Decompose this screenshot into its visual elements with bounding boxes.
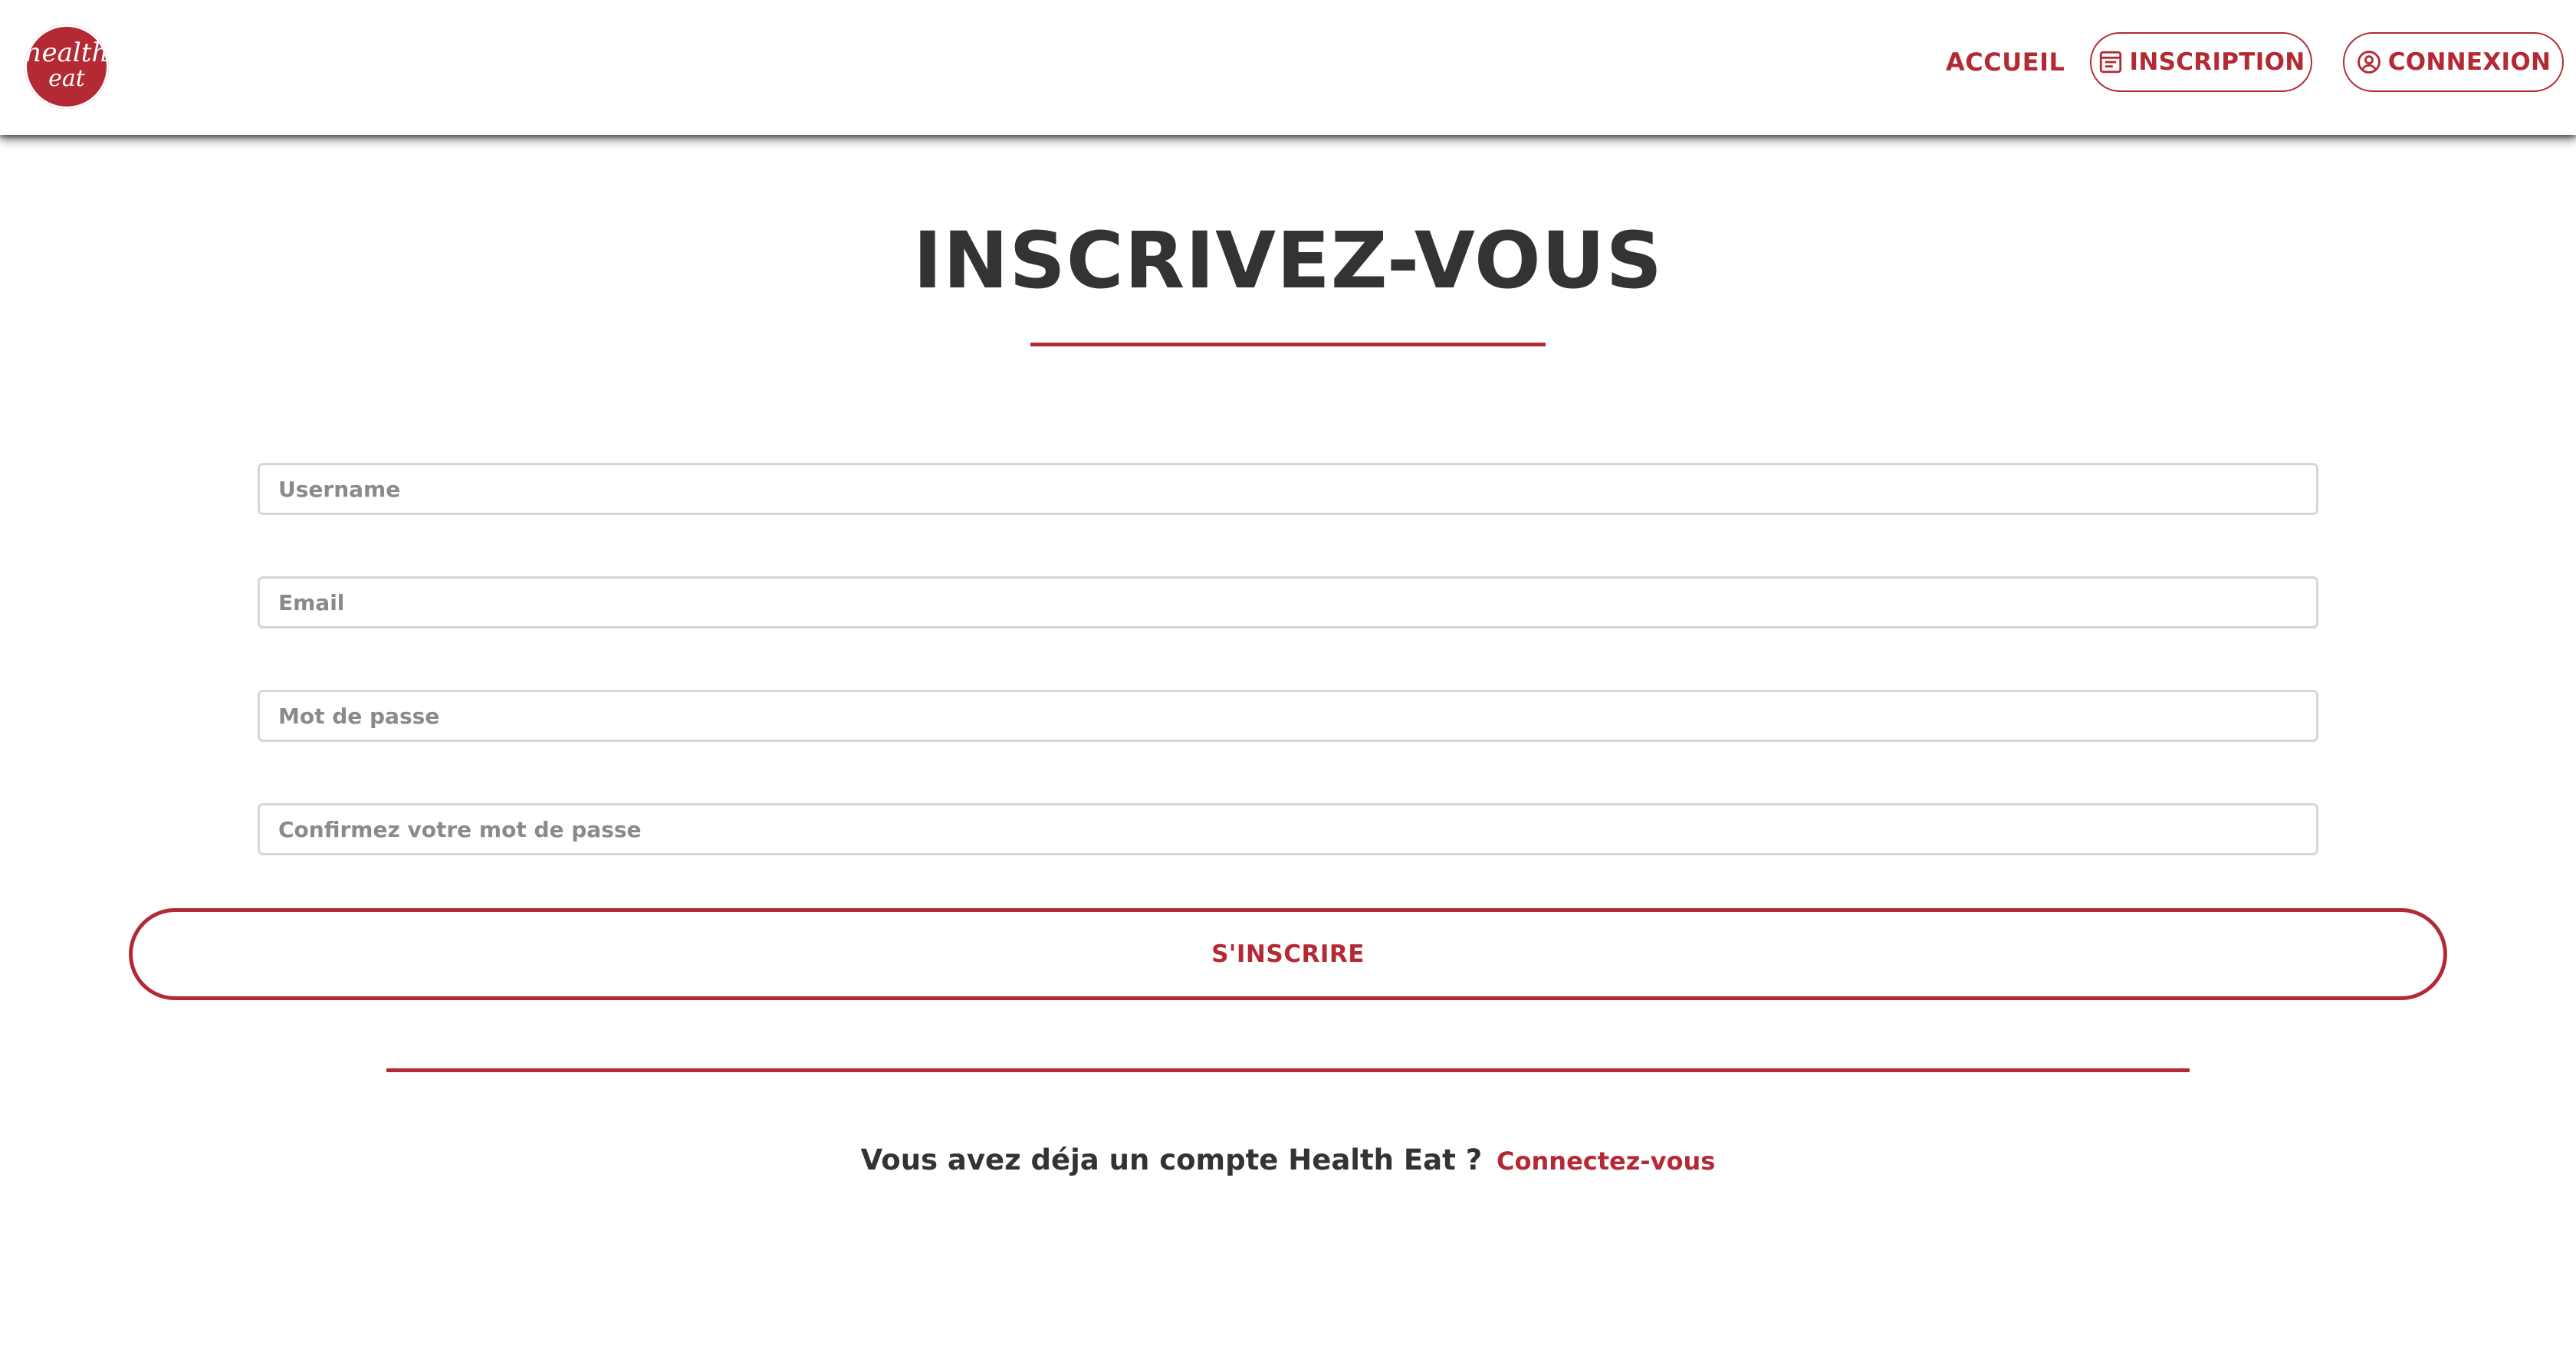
username-input[interactable] xyxy=(258,463,2318,515)
nav-home-link[interactable]: ACCUEIL xyxy=(1946,48,2065,77)
logo-text-line1: health xyxy=(25,38,109,68)
section-divider xyxy=(386,1068,2190,1072)
email-input[interactable] xyxy=(258,576,2318,628)
health-eat-logo[interactable]: health eat xyxy=(25,25,109,109)
logo-text-line2: eat xyxy=(48,65,85,92)
login-link[interactable]: Connectez-vous xyxy=(1497,1147,1715,1176)
navbar: health eat ACCUEIL INSCRIPTION CONNEXION xyxy=(0,0,2576,135)
page-title: INSCRIVEZ-VOUS xyxy=(913,215,1663,307)
nav-login-label: CONNEXION xyxy=(2387,48,2551,76)
confirm-password-input[interactable] xyxy=(258,803,2318,855)
signup-submit-button[interactable]: S'INSCRIRE xyxy=(129,908,2447,1000)
nav-signup-button[interactable]: INSCRIPTION xyxy=(2090,32,2312,92)
form-icon xyxy=(2099,51,2121,74)
user-circle-icon xyxy=(2357,51,2380,74)
nav-login-button[interactable]: CONNEXION xyxy=(2343,32,2564,92)
title-underline xyxy=(1030,343,1546,346)
login-prompt: Vous avez déja un compte Health Eat ? Co… xyxy=(0,1143,2576,1176)
nav-signup-label: INSCRIPTION xyxy=(2129,48,2305,76)
password-input[interactable] xyxy=(258,690,2318,742)
login-prompt-text: Vous avez déja un compte Health Eat ? xyxy=(860,1143,1483,1176)
